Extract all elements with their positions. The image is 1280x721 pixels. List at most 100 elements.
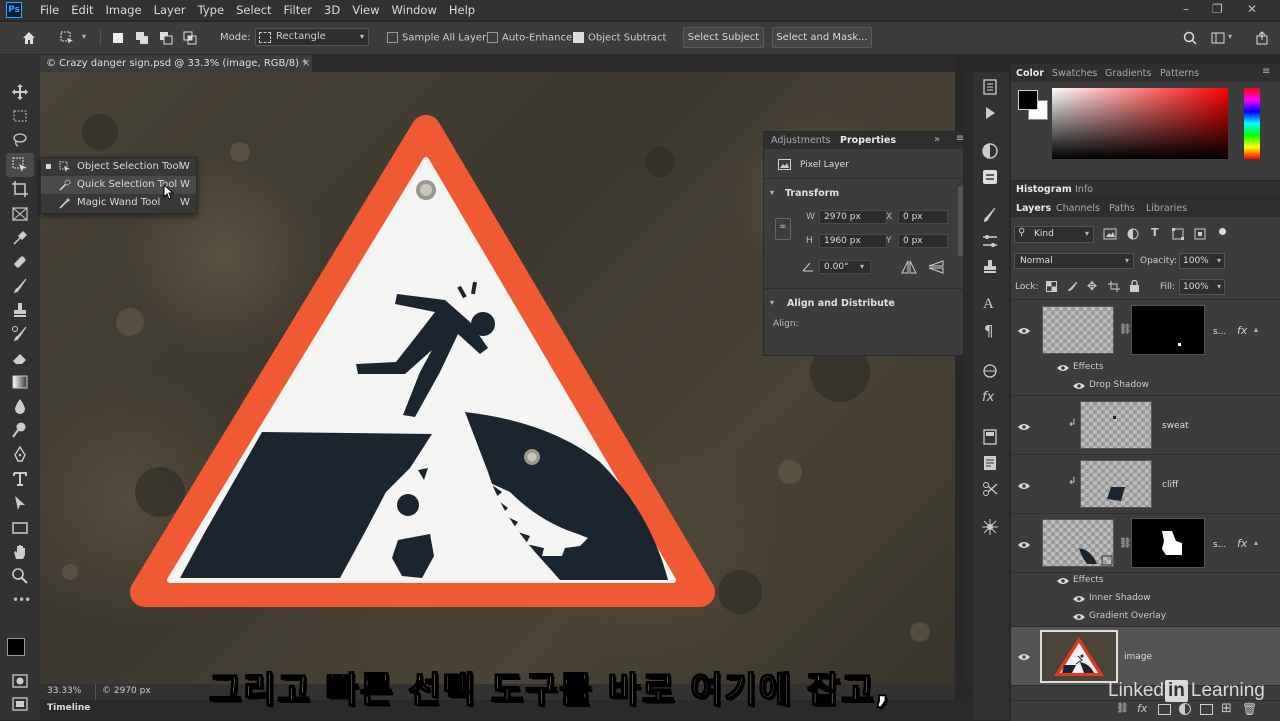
chevron-up-icon[interactable]: ▴ [1254,325,1258,334]
collapse-panel-icon[interactable]: » [934,134,940,145]
chevron-down-icon[interactable]: ▾ [1228,32,1232,41]
notes-panel-icon[interactable] [981,454,999,472]
move-tool-icon[interactable] [11,83,29,101]
menu-image[interactable]: Image [100,3,148,17]
libraries-panel-icon[interactable] [981,428,999,446]
tab-gradients[interactable]: Gradients [1105,68,1151,79]
canvas-vertical-scrollbar[interactable] [963,72,971,684]
filter-smart-objects-icon[interactable] [1194,228,1206,240]
object-subtract-option[interactable]: Object Subtract [573,32,666,44]
blur-tool-icon[interactable] [11,397,29,415]
brushes-panel-icon[interactable] [981,206,999,224]
menu-view[interactable]: View [346,3,385,17]
tool-presets-icon[interactable] [981,480,999,498]
zoom-tool-icon[interactable] [11,567,29,585]
layer-thumbnail[interactable] [1042,306,1114,354]
layer-name[interactable]: cliff [1162,480,1178,490]
menu-filter[interactable]: Filter [278,3,318,17]
flip-horizontal-icon[interactable] [901,260,917,274]
document-tab[interactable]: © Crazy danger sign.psd @ 33.3% (image, … [40,55,312,72]
auto-enhance-checkbox[interactable] [487,32,498,43]
flyout-object-selection-tool[interactable]: ▪ Object Selection Tool W [41,158,196,176]
add-layer-style-icon[interactable]: fx [1137,702,1147,715]
hue-slider[interactable] [1244,88,1260,159]
chevron-down-icon[interactable]: ▾ [82,32,86,41]
gradient-tool-icon[interactable] [11,373,29,391]
subtract-from-selection-icon[interactable] [159,31,173,45]
eye-visibility-icon[interactable] [1073,613,1085,621]
effect-gradient-overlay[interactable]: Gradient Overlay [1089,611,1166,621]
filter-toggle-icon[interactable] [1219,228,1226,235]
tab-layers[interactable]: Layers [1016,203,1051,214]
filter-pixel-layers-icon[interactable] [1103,228,1117,240]
paragraph-panel-icon[interactable]: ¶ [984,322,994,340]
actions-panel-icon[interactable] [981,104,999,122]
intersect-selection-icon[interactable] [183,31,197,45]
tab-properties[interactable]: Properties [840,135,896,146]
panel-menu-icon[interactable]: ≡ [1262,66,1270,77]
link-dimensions-button[interactable]: ∞ [775,218,791,240]
layer-thumbnail[interactable] [1080,401,1152,449]
tab-patterns[interactable]: Patterns [1160,68,1199,79]
lock-artboard-icon[interactable] [1108,281,1120,292]
lock-position-icon[interactable]: ✥ [1087,279,1097,293]
flip-vertical-icon[interactable] [928,260,944,274]
new-adjustment-layer-icon[interactable] [1179,703,1191,715]
eye-visibility-icon[interactable] [1018,482,1030,490]
brush-tool-icon[interactable] [11,277,29,295]
menu-help[interactable]: Help [443,3,481,17]
add-mask-icon[interactable] [1158,704,1171,715]
eye-visibility-icon[interactable] [1057,577,1069,585]
layer-mask-thumbnail[interactable] [1131,305,1205,355]
layer-filter-select[interactable]: ⚲ Kind ▾ [1014,226,1094,243]
history-panel-icon[interactable] [981,78,999,96]
path-selection-tool-icon[interactable] [11,494,29,512]
minimize-button[interactable]: – [1183,2,1189,16]
menu-edit[interactable]: Edit [65,3,99,17]
adjustments-panel-icon[interactable] [981,142,999,160]
filter-shape-layers-icon[interactable] [1172,228,1184,240]
layer-mask-link-icon[interactable]: ⛓ [1119,324,1132,335]
menu-window[interactable]: Window [386,3,443,17]
eyedropper-tool-icon[interactable] [11,229,29,247]
healing-brush-tool-icon[interactable] [11,253,29,271]
character-panel-icon[interactable]: A [983,296,994,313]
layer-comps-icon[interactable] [981,518,999,536]
more-tools-icon[interactable]: ••• [12,593,31,607]
select-subject-button[interactable]: Select Subject [683,27,764,48]
fill-field[interactable]: 100% ▾ [1179,279,1225,295]
tab-histogram[interactable]: Histogram [1016,184,1072,195]
tab-paths[interactable]: Paths [1109,203,1135,214]
layer-name[interactable]: image [1124,652,1152,662]
close-window-button[interactable]: ✕ [1247,2,1257,16]
chevron-down-icon[interactable]: ▾ [770,188,774,197]
foreground-color-swatch[interactable] [1018,90,1038,110]
color-spectrum-picker[interactable] [1052,88,1228,159]
effect-drop-shadow[interactable]: Drop Shadow [1089,380,1149,390]
share-icon[interactable] [1255,31,1269,45]
layer-name[interactable]: s... [1213,327,1226,337]
x-field[interactable]: 0 px [898,210,948,224]
auto-enhance-option[interactable]: Auto-Enhance [487,32,572,44]
mode-select[interactable]: Rectangle ▾ [255,28,369,46]
object-selection-tool-preset-icon[interactable] [60,31,74,45]
pen-tool-icon[interactable] [11,446,29,464]
y-field[interactable]: 0 px [898,234,948,248]
menu-3d[interactable]: 3D [318,3,346,17]
chevron-up-icon[interactable]: ▴ [1254,538,1258,547]
blend-mode-select[interactable]: Normal ▾ [1014,253,1134,269]
layer-thumbnail[interactable] [1042,519,1114,567]
frame-tool-icon[interactable] [11,205,29,223]
tab-libraries[interactable]: Libraries [1146,203,1187,214]
tab-adjustments[interactable]: Adjustments [771,135,831,146]
layer-name[interactable]: sweat [1162,421,1189,431]
restore-button[interactable]: ❐ [1212,2,1223,16]
search-icon[interactable] [1183,31,1197,45]
layer-thumbnail[interactable] [1080,460,1152,508]
height-field[interactable]: 1960 px [819,234,887,248]
workspace-icon[interactable] [1211,31,1225,45]
clone-stamp-tool-icon[interactable] [11,301,29,319]
menu-type[interactable]: Type [192,3,230,17]
dodge-tool-icon[interactable] [11,421,29,439]
3d-panel-icon[interactable] [981,362,999,380]
